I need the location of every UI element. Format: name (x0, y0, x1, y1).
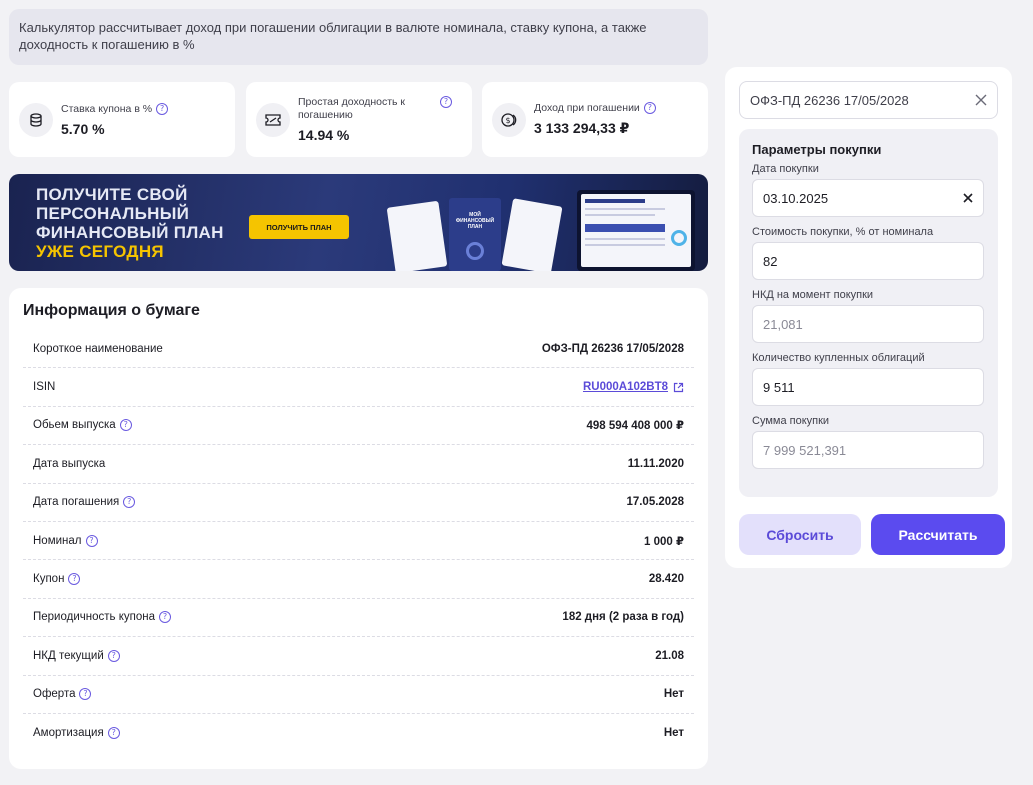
help-icon[interactable]: ? (85, 534, 98, 547)
info-row-issue-date: Дата выпуска 11.11.2020 (23, 445, 694, 484)
info-value: 21.08 (655, 649, 684, 662)
purchase-sum-value: 7 999 521,391 (763, 442, 847, 458)
promo-plan-book-title: МОЙ ФИНАНСОВЫЙ ПЛАН (455, 212, 495, 230)
info-key: ISIN (33, 381, 56, 394)
help-icon[interactable]: ? (107, 649, 120, 662)
accrued-interest-value: 21,081 (763, 316, 803, 332)
help-icon[interactable]: ? (107, 727, 120, 740)
stat-value: 14.94 % (298, 127, 350, 143)
info-row-short-name: Короткое наименование ОФЗ-ПД 26236 17/05… (23, 330, 694, 369)
info-key: Оферта (33, 688, 76, 701)
purchase-params: Параметры покупки Дата покупки 03.10.202… (739, 129, 998, 497)
info-row-amortization: Амортизация? Нет (23, 714, 694, 752)
promo-laptop-image (577, 190, 695, 271)
info-value: ОФЗ-ПД 26236 17/05/2028 (541, 342, 684, 355)
info-key: Амортизация (33, 727, 104, 740)
info-key: Периодичность купона (33, 611, 155, 624)
stat-label: Доход при погашении (534, 102, 640, 114)
help-icon[interactable]: ? (123, 496, 136, 509)
circle-chart-icon (466, 242, 484, 260)
help-icon[interactable]: ? (440, 96, 452, 108)
purchase-sum-field: 7 999 521,391 (752, 431, 984, 469)
help-icon[interactable]: ? (158, 611, 171, 624)
stat-simple-yield: Простая доходность к погашению? 14.94 % (246, 82, 472, 157)
bond-search-input[interactable]: ОФЗ-ПД 26236 17/05/2028 (739, 81, 998, 119)
info-value: 11.11.2020 (627, 457, 684, 470)
accrued-interest-field: 21,081 (752, 305, 984, 343)
info-value: 17.05.2028 (626, 496, 684, 509)
help-icon[interactable]: ? (156, 102, 169, 115)
info-row-maturity-date: Дата погашения? 17.05.2028 (23, 484, 694, 522)
field-label: Сумма покупки (752, 415, 830, 427)
purchase-price-field[interactable]: 82 (752, 242, 984, 280)
promo-doc-image (501, 198, 563, 271)
help-icon[interactable]: ? (68, 573, 81, 586)
info-key: Дата выпуска (33, 457, 106, 470)
stat-value: 5.70 % (61, 120, 105, 137)
stat-label: Простая доходность к погашению (298, 96, 406, 121)
info-key: Дата погашения (33, 496, 120, 509)
get-plan-button[interactable]: ПОЛУЧИТЬ ПЛАН (249, 215, 349, 239)
isin-link[interactable]: RU000A102BT8 (583, 381, 684, 393)
info-row-issue-volume: Обьем выпуска? 498 594 408 000 ₽ (23, 407, 694, 446)
info-row-accrued-interest: НКД текущий? 21.08 (23, 637, 694, 676)
info-title: Информация о бумаге (23, 302, 200, 319)
info-row-coupon: Купон? 28.420 (23, 560, 694, 599)
stat-value: 3 133 294,33 ₽ (534, 120, 630, 136)
info-key: Купон (33, 573, 65, 586)
bond-info-panel: Информация о бумаге Короткое наименовани… (9, 288, 708, 769)
info-key: Номинал (33, 534, 82, 547)
info-value: 1 000 ₽ (644, 535, 684, 548)
bond-search-value[interactable]: ОФЗ-ПД 26236 17/05/2028 (750, 93, 909, 108)
info-key: Короткое наименование (33, 342, 163, 355)
info-row-coupon-period: Периодичность купона? 182 дня (2 раза в … (23, 599, 694, 638)
promo-banner[interactable]: ПОЛУЧИТЕ СВОЙ ПЕРСОНАЛЬНЫЙ ФИНАНСОВЫЙ ПЛ… (9, 174, 708, 271)
purchase-price-value[interactable]: 82 (763, 254, 777, 269)
clear-icon[interactable] (963, 193, 973, 203)
info-value: 28.420 (648, 573, 684, 586)
stat-label: Ставка купона в % (61, 102, 153, 115)
reset-button[interactable]: Сбросить (739, 514, 861, 555)
promo-line: УЖЕ СЕГОДНЯ (36, 242, 164, 261)
external-link-icon[interactable] (673, 382, 684, 393)
calculate-button[interactable]: Рассчитать (871, 514, 1005, 555)
info-row-offer: Оферта? Нет (23, 676, 694, 714)
help-icon[interactable]: ? (119, 419, 132, 432)
purchase-date-field[interactable]: 03.10.2025 (752, 179, 984, 217)
info-key: НКД текущий (33, 649, 104, 662)
help-icon[interactable]: ? (79, 688, 92, 701)
promo-line: ФИНАНСОВЫЙ ПЛАН (36, 223, 224, 242)
promo-line: ПЕРСОНАЛЬНЫЙ (36, 204, 190, 223)
field-label: Дата покупки (752, 163, 819, 175)
info-row-isin: ISIN RU000A102BT8 (23, 368, 694, 407)
isin-link-text[interactable]: RU000A102BT8 (583, 381, 668, 393)
promo-plan-book-image: МОЙ ФИНАНСОВЫЙ ПЛАН (449, 198, 501, 271)
svg-text:$: $ (505, 116, 510, 125)
info-value: Нет (663, 688, 684, 701)
quantity-field[interactable]: 9 511 (752, 368, 984, 406)
info-row-nominal: Номинал? 1 000 ₽ (23, 522, 694, 561)
info-key: Обьем выпуска (33, 419, 116, 432)
field-label: НКД на момент покупки (752, 289, 874, 301)
params-title: Параметры покупки (752, 142, 882, 157)
promo-doc-image (386, 200, 448, 271)
field-label: Стоимость покупки, % от номинала (752, 226, 934, 238)
coins-icon (19, 102, 53, 137)
field-label: Количество купленных облигаций (752, 352, 925, 364)
help-icon[interactable]: ? (643, 102, 656, 114)
promo-line: ПОЛУЧИТЕ СВОЙ (36, 185, 188, 204)
stat-coupon-rate: Ставка купона в %? 5.70 % (9, 82, 235, 157)
info-value: Нет (663, 727, 684, 740)
purchase-date-value[interactable]: 03.10.2025 (763, 191, 828, 206)
close-icon[interactable] (975, 94, 987, 106)
info-value: 182 дня (2 раза в год) (562, 611, 684, 624)
quantity-value[interactable]: 9 511 (763, 380, 795, 395)
stat-income: $ Доход при погашении? 3 133 294,33 ₽ (482, 82, 708, 157)
info-value: 498 594 408 000 ₽ (586, 420, 684, 433)
calculator-description: Калькулятор рассчитывает доход при погаш… (9, 9, 708, 65)
purchase-form: ОФЗ-ПД 26236 17/05/2028 Параметры покупк… (725, 67, 1012, 568)
ticket-icon (256, 102, 290, 137)
dollar-coin-icon: $ (492, 102, 526, 137)
